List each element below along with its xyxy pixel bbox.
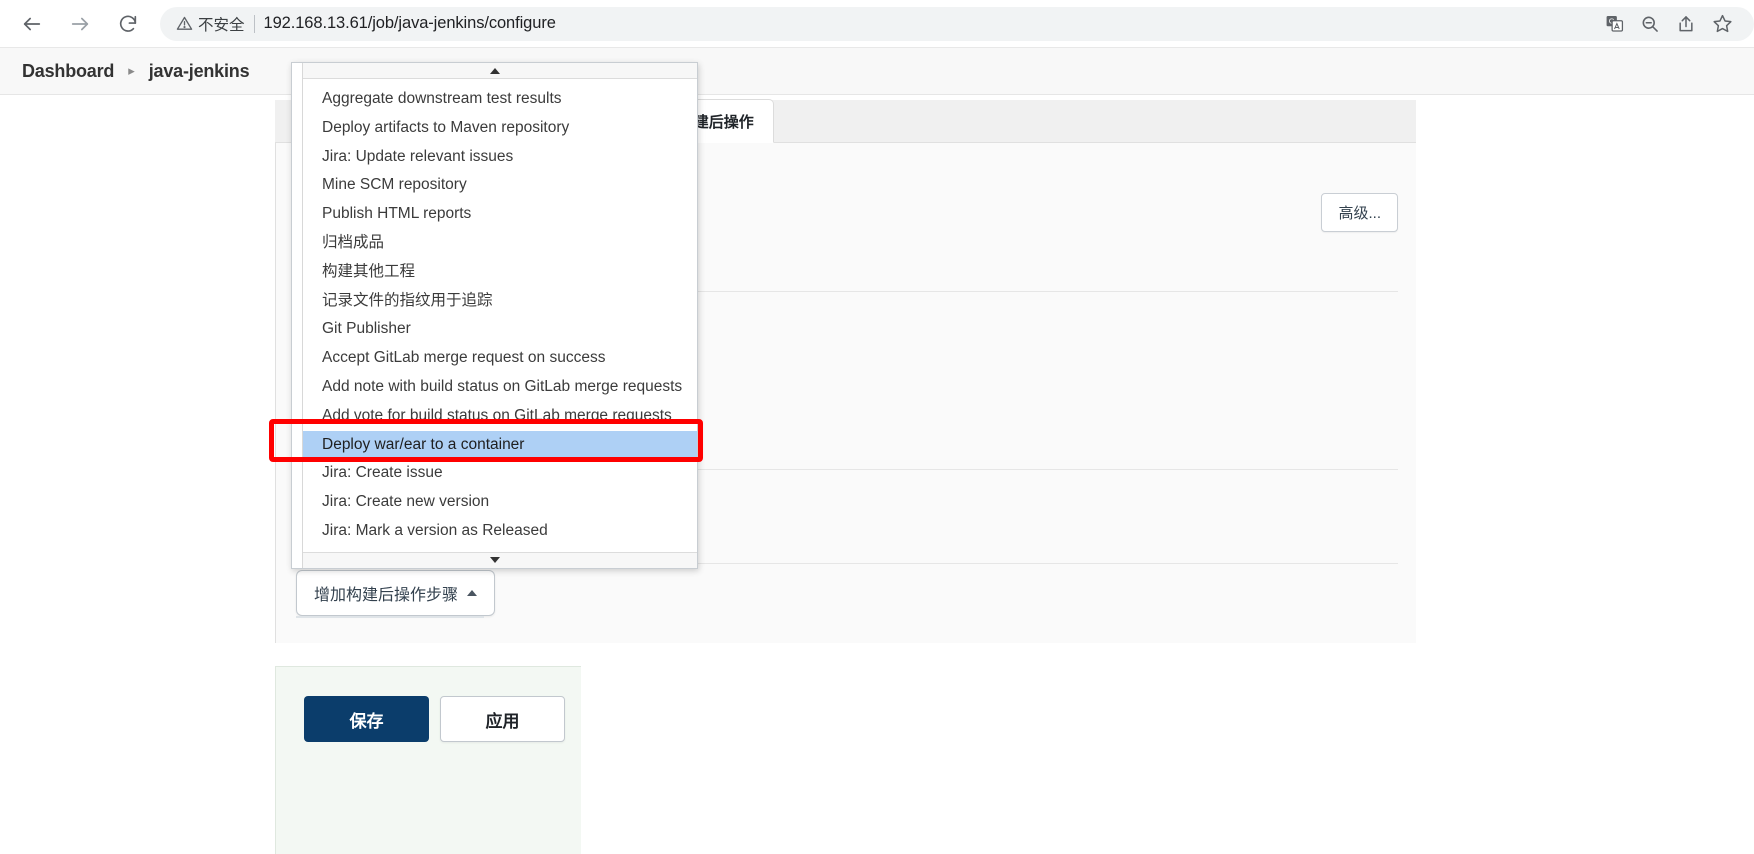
- dropdown-item[interactable]: Jira: Update relevant issues: [292, 143, 697, 172]
- save-button[interactable]: 保存: [304, 696, 429, 742]
- configure-page: Pre Steps Build Post Steps 构建设置 构建后操作 高级…: [0, 95, 1754, 854]
- dropdown-scroll-up[interactable]: [292, 63, 697, 79]
- browser-toolbar: 不安全 192.168.13.61/job/java-jenkins/confi…: [0, 0, 1754, 48]
- breadcrumb-separator-icon: ▸: [128, 63, 135, 78]
- address-bar[interactable]: 不安全 192.168.13.61/job/java-jenkins/confi…: [160, 6, 1754, 41]
- add-post-build-step-button[interactable]: 增加构建后操作步骤: [296, 570, 496, 616]
- warning-triangle-icon: [176, 15, 193, 32]
- dropdown-item[interactable]: Git Publisher: [292, 315, 697, 344]
- dropdown-item[interactable]: Deploy artifacts to Maven repository: [292, 114, 697, 143]
- arrow-left-icon: [21, 13, 43, 35]
- arrow-right-icon: [69, 13, 91, 35]
- url-text: 192.168.13.61/job/java-jenkins/configure: [263, 14, 556, 32]
- add-step-underline: [296, 616, 484, 618]
- dropdown-item[interactable]: 归档成品: [292, 229, 697, 258]
- omnibox-actions: G: [1596, 8, 1740, 40]
- dropdown-item[interactable]: Jira: Create new version: [292, 488, 697, 517]
- dropdown-item[interactable]: 构建其他工程: [292, 258, 697, 287]
- dropdown-item[interactable]: 记录文件的指纹用于追踪: [292, 287, 697, 316]
- triangle-up-icon: [489, 67, 500, 74]
- omnibox-divider: [253, 14, 255, 33]
- dropdown-scroll-down[interactable]: [292, 551, 697, 568]
- breadcrumb-item-job[interactable]: java-jenkins: [149, 61, 250, 82]
- triangle-down-icon: [489, 557, 500, 564]
- bookmark-star-icon[interactable]: [1704, 8, 1740, 40]
- back-button[interactable]: [14, 6, 50, 42]
- dropdown-item[interactable]: Jira: Create issue: [292, 459, 697, 488]
- advanced-button[interactable]: 高级...: [1321, 193, 1398, 232]
- add-post-build-step-label: 增加构建后操作步骤: [314, 587, 459, 604]
- dropdown-left-gutter: [292, 63, 303, 568]
- reload-icon: [117, 13, 139, 35]
- share-icon[interactable]: [1668, 8, 1704, 40]
- forward-button[interactable]: [62, 6, 98, 42]
- dropdown-item[interactable]: Jira: Mark a version as Released: [292, 517, 697, 546]
- post-build-action-dropdown[interactable]: Aggregate downstream test results Deploy…: [291, 62, 698, 569]
- breadcrumb: Dashboard ▸ java-jenkins: [0, 48, 1754, 95]
- dropdown-item[interactable]: Add note with build status on GitLab mer…: [292, 373, 697, 402]
- translate-icon[interactable]: G: [1596, 8, 1632, 40]
- security-label: 不安全: [198, 16, 245, 34]
- dropdown-item[interactable]: Accept GitLab merge request on success: [292, 344, 697, 373]
- form-action-bar: 保存 应用: [275, 666, 581, 854]
- reload-button[interactable]: [110, 6, 146, 42]
- dropdown-item[interactable]: Add vote for build status on GitLab merg…: [292, 402, 697, 431]
- dropdown-list: Aggregate downstream test results Deploy…: [292, 79, 697, 552]
- apply-button[interactable]: 应用: [440, 696, 565, 742]
- dropdown-item[interactable]: Aggregate downstream test results: [292, 85, 697, 114]
- breadcrumb-item-dashboard[interactable]: Dashboard: [22, 61, 114, 82]
- zoom-out-icon[interactable]: [1632, 8, 1668, 40]
- form-left-column: [0, 95, 275, 854]
- dropdown-item[interactable]: Publish HTML reports: [292, 200, 697, 229]
- caret-up-icon: [467, 590, 478, 596]
- dropdown-item-selected[interactable]: Deploy war/ear to a container: [292, 430, 697, 460]
- dropdown-item[interactable]: Mine SCM repository: [292, 171, 697, 200]
